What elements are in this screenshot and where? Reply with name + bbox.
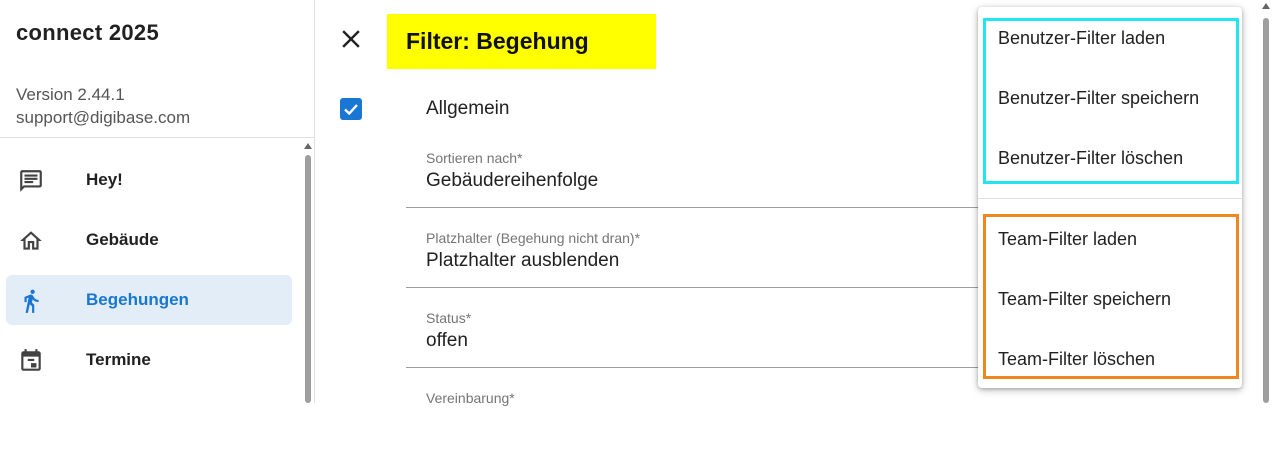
sidebar-item-begehungen[interactable]: Begehungen [6, 275, 292, 325]
dialog-title: Filter: Begehung [387, 14, 656, 69]
sort-field[interactable]: Sortieren nach* Gebäudereihenfolge [406, 148, 986, 228]
field-label: Vereinbarung* [426, 390, 515, 406]
sidebar-item-termine[interactable]: Termine [6, 335, 292, 385]
sidebar-item-gebaeude[interactable]: Gebäude [6, 215, 292, 265]
field-value: offen [426, 330, 468, 351]
field-underline [406, 287, 986, 288]
sidebar-scrollbar-thumb[interactable] [305, 155, 311, 403]
app-title: connect 2025 [16, 20, 160, 45]
field-value: Platzhalter ausblenden [426, 250, 620, 271]
main-scroll-up-arrow[interactable] [1262, 3, 1270, 9]
sidebar-item-hey[interactable]: Hey! [6, 155, 292, 205]
checkmark-icon [344, 104, 358, 116]
sidebar: connect 2025 Version 2.44.1 support@digi… [0, 0, 315, 403]
sidebar-item-label: Termine [86, 350, 151, 369]
close-button[interactable] [336, 24, 366, 54]
status-field[interactable]: Status* offen [406, 308, 986, 388]
section-checkbox[interactable] [340, 98, 362, 120]
sidebar-item-label: Hey! [86, 170, 123, 189]
field-label: Sortieren nach* [426, 150, 523, 166]
user-filter-highlight-box [983, 18, 1239, 184]
team-filter-highlight-box [983, 214, 1239, 379]
field-underline [406, 207, 986, 208]
menu-divider [978, 198, 1242, 199]
support-email[interactable]: support@digibase.com [16, 108, 190, 128]
version-label: Version 2.44.1 [16, 85, 125, 104]
sidebar-item-label: Gebäude [86, 230, 159, 249]
field-underline [406, 367, 986, 368]
agreement-field[interactable]: Vereinbarung* [406, 388, 986, 468]
placeholder-field[interactable]: Platzhalter (Begehung nicht dran)* Platz… [406, 228, 986, 308]
calendar-icon [21, 349, 41, 371]
message-icon [20, 170, 42, 192]
walking-person-icon [24, 289, 39, 313]
sidebar-divider [0, 137, 315, 138]
field-label: Status* [426, 310, 472, 326]
sidebar-item-label: Begehungen [86, 290, 189, 309]
home-icon [20, 231, 42, 250]
sidebar-scroll-up-arrow[interactable] [304, 143, 312, 149]
main-scrollbar-thumb[interactable] [1263, 18, 1269, 403]
section-label: Allgemein [426, 98, 510, 119]
field-value: Gebäudereihenfolge [426, 170, 599, 191]
field-label: Platzhalter (Begehung nicht dran)* [426, 230, 641, 246]
